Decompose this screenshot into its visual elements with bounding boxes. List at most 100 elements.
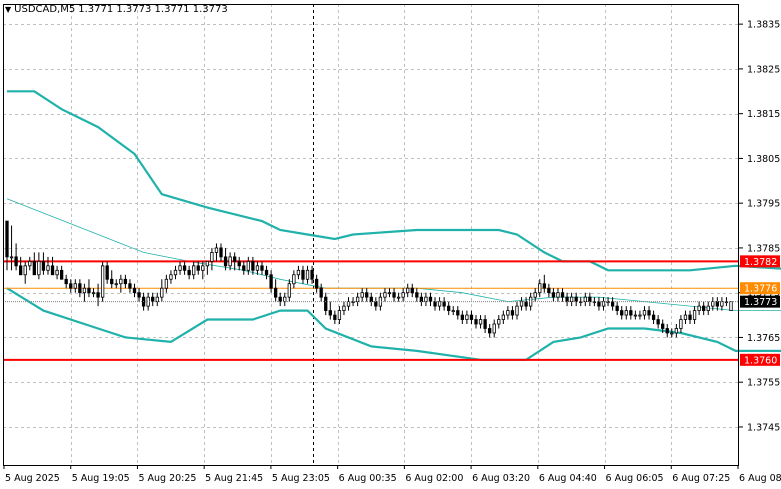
candle-body	[610, 301, 615, 307]
candle-body	[237, 260, 241, 267]
y-tick-label: 1.3825	[747, 64, 780, 75]
y-tick-label: 1.3765	[747, 333, 780, 344]
candle-body	[729, 301, 733, 311]
candle-body	[219, 247, 223, 258]
candle-body	[324, 296, 328, 311]
candle-body	[588, 296, 592, 303]
candle-body	[228, 256, 232, 267]
candle-body	[601, 301, 606, 307]
candle-body	[46, 265, 50, 271]
candle-body	[178, 265, 182, 271]
candle-body	[23, 265, 27, 276]
candle-body	[383, 292, 387, 298]
candle-body	[465, 314, 469, 320]
candle-body	[41, 260, 46, 271]
candle-body	[683, 314, 688, 320]
candle-body	[711, 301, 715, 307]
candle-body	[424, 296, 428, 303]
candle-body	[337, 310, 342, 320]
candle-body	[59, 269, 64, 280]
candle-body	[506, 310, 510, 316]
candle-body	[515, 305, 519, 316]
candle-body	[251, 260, 255, 271]
price-chart[interactable]: 1.3835 1.3825 1.3815 1.3805 1.3795 1.3785 1.37…	[0, 0, 781, 489]
candle-body	[355, 296, 360, 303]
candle-body	[160, 287, 164, 298]
candle-body	[542, 283, 546, 289]
candle-body	[301, 269, 305, 280]
candle-body	[547, 287, 551, 294]
candle-body	[720, 301, 724, 307]
candle-body	[278, 296, 282, 303]
candle-body	[114, 283, 118, 286]
candle-body	[565, 296, 569, 303]
candle-body	[87, 287, 91, 294]
candle-body	[692, 310, 697, 320]
candle-body	[538, 283, 542, 294]
x-tick-label: 6 Aug 07:25	[672, 473, 730, 484]
candle-body	[474, 319, 478, 325]
candle-body	[706, 305, 710, 311]
y-tick-label: 1.3755	[747, 378, 780, 389]
candle-body	[32, 260, 36, 276]
x-tick-label: 5 Aug 21:45	[205, 473, 263, 484]
candle-body	[123, 278, 128, 285]
candle-body	[437, 301, 442, 307]
candle-body	[629, 310, 633, 316]
ohlc-readout: 1.3771 1.3773 1.3771 1.3773	[78, 4, 228, 15]
candle-body	[633, 314, 638, 317]
x-tick-label: 6 Aug 08:45	[739, 473, 781, 484]
candle-body	[428, 296, 433, 303]
candle-body	[460, 314, 464, 320]
candle-body	[96, 292, 100, 298]
candle-body	[110, 278, 114, 285]
candle-body	[319, 287, 323, 298]
candle-body	[406, 287, 410, 294]
candle-body	[451, 310, 455, 312]
candle-body	[55, 269, 59, 276]
candle-body	[73, 283, 77, 289]
candle-body	[210, 252, 214, 262]
candle-body	[656, 319, 660, 325]
x-tick-label: 6 Aug 00:35	[339, 473, 397, 484]
candle-body	[551, 292, 556, 298]
candle-body	[50, 265, 55, 276]
y-tick-label: 1.3835	[747, 20, 780, 31]
candle-body	[688, 314, 692, 320]
upper-band-line	[7, 90, 781, 272]
candle-body	[524, 301, 528, 307]
candle-body	[447, 305, 451, 311]
candle-body	[242, 265, 246, 271]
candle-body	[269, 274, 273, 289]
symbol-dropdown-icon[interactable]: ▼	[5, 5, 11, 15]
y-tick-label: 1.3805	[747, 154, 780, 165]
x-tick-label: 6 Aug 04:40	[539, 473, 597, 484]
candle-body	[642, 310, 647, 316]
candle-body	[305, 269, 310, 280]
candle-body	[333, 314, 337, 320]
candle-body	[410, 287, 414, 294]
candle-body	[5, 220, 9, 258]
candle-body	[82, 287, 87, 294]
candle-body	[9, 256, 14, 259]
candle-body	[192, 265, 196, 276]
candle-body	[28, 260, 32, 267]
candle-body	[670, 332, 674, 335]
candle-body	[346, 301, 351, 307]
y-tick-label: 1.3795	[747, 199, 780, 210]
chart-frame	[3, 4, 739, 466]
candle-body	[164, 278, 169, 289]
y-tick-label: 1.3785	[747, 243, 780, 254]
x-tick-label: 5 Aug 20:25	[138, 473, 196, 484]
candle-body	[37, 260, 41, 276]
candle-body	[497, 319, 501, 325]
candle-body	[260, 265, 264, 271]
candle-body	[292, 274, 296, 285]
candle-body	[469, 314, 474, 320]
candle-body	[620, 310, 624, 316]
y-tick-label: 1.3815	[747, 109, 780, 120]
candle-body	[14, 256, 18, 267]
candle-body	[556, 292, 560, 298]
candle-body	[392, 292, 396, 298]
chart-title: ▼ USDCAD,M5 1.3771 1.3773 1.3771 1.3773	[5, 4, 228, 15]
